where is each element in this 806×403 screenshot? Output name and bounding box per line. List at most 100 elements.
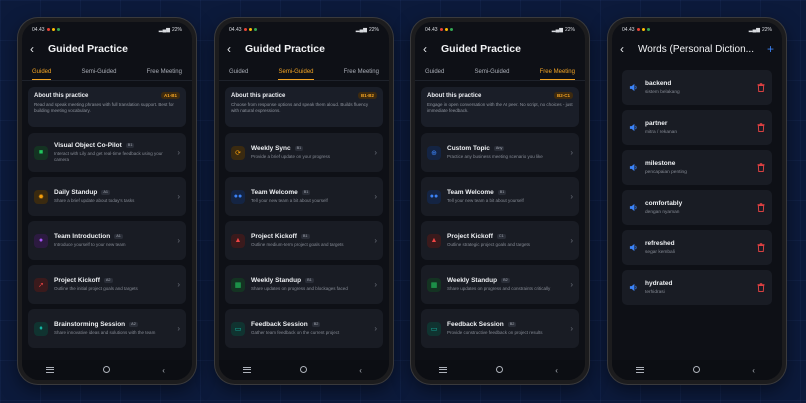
word-term: milestone — [645, 160, 676, 167]
tab-free-meeting[interactable]: Free Meeting — [147, 69, 182, 80]
plus-icon[interactable]: + — [767, 43, 774, 55]
recents-icon[interactable] — [630, 366, 650, 375]
card-level-badge: A2 — [129, 321, 138, 327]
word-translation: sistem belakang — [645, 90, 680, 95]
card-description: Practice any business meeting scenario y… — [447, 153, 543, 159]
card-body: Weekly Standup B2 Share updates on progres… — [447, 277, 564, 292]
card-title-row: Project Kickoff A2 — [54, 277, 171, 284]
trash-icon[interactable] — [757, 83, 765, 92]
arrow-left-icon[interactable]: ‹ — [30, 43, 40, 55]
word-card: hydrated terhidrasi — [622, 270, 772, 305]
arrow-left-icon[interactable]: ‹ — [227, 43, 237, 55]
recents-icon[interactable] — [237, 366, 257, 375]
notification-dot-icon — [636, 28, 640, 31]
scenario-card[interactable]: ➚ Project Kickoff A2 Outline the initial pr… — [28, 265, 186, 304]
home-icon[interactable] — [97, 365, 117, 375]
scenario-card[interactable]: ■ Visual Object Co-Pilot B1 Interact with L… — [28, 133, 186, 172]
about-description: Engage in open conversation with the AI … — [427, 102, 573, 114]
speaker-icon[interactable] — [629, 283, 638, 292]
home-icon[interactable] — [687, 365, 707, 375]
scenario-card[interactable]: ▭ Feedback Session B2 Gather team feedback … — [225, 309, 383, 348]
card-title: Daily Standup — [54, 188, 98, 196]
signal-icon: ▂▄▆ — [551, 26, 563, 33]
chevron-right-icon: › — [570, 280, 573, 289]
tab-bar: Guided Semi-Guided Free Meeting — [415, 61, 585, 81]
card-body: Daily Standup A1 Share a brief update abou… — [54, 189, 171, 204]
notification-dot-icon — [449, 28, 453, 31]
scenario-card[interactable]: ▲ Project Kickoff B1 Outline medium-term pr… — [225, 221, 383, 260]
chevron-right-icon: › — [374, 148, 377, 157]
card-level-badge: B1 — [301, 189, 311, 195]
screen: 04.43 ▂▄▆ 22% ‹ Guided Practice Guided Se… — [22, 22, 192, 380]
word-body: comfortably dengan nyaman — [645, 200, 750, 215]
scenario-card[interactable]: ●● Team Welcome B1 Tell your new team a bit… — [421, 177, 579, 216]
scenario-card[interactable]: ✹ Daily Standup A1 Share a brief update abo… — [28, 177, 186, 216]
tab-semi-guided[interactable]: Semi-Guided — [474, 69, 509, 80]
scenario-card[interactable]: ● Team Introduction A1 Introduce yourself t… — [28, 221, 186, 260]
speaker-icon[interactable] — [629, 83, 638, 92]
trash-icon[interactable] — [757, 203, 765, 212]
word-translation: terhidrasi — [645, 290, 665, 295]
word-body: hydrated terhidrasi — [645, 280, 750, 295]
scenario-card[interactable]: ♦ Brainstorming Session A2 Share innovative… — [28, 309, 186, 348]
home-icon[interactable] — [294, 365, 314, 375]
tab-free-meeting[interactable]: Free Meeting — [344, 69, 379, 80]
scenario-card[interactable]: ▦ Weekly Standup B1 Share updates on progre… — [225, 265, 383, 304]
card-description: Share updates on progress and blockages … — [251, 285, 348, 291]
card-description: Provide constructive feedback on project… — [447, 329, 543, 335]
trash-icon[interactable] — [757, 123, 765, 132]
back-nav-icon[interactable]: ‹ — [744, 366, 764, 375]
screen: 04.43 ▂▄▆ 22% ‹ Guided Practice Guided Se… — [415, 22, 585, 380]
signal-icon: ▂▄▆ — [748, 26, 760, 33]
scenario-card[interactable]: ●● Team Welcome B1 Tell your new team a bit… — [225, 177, 383, 216]
tab-guided[interactable]: Guided — [425, 69, 444, 80]
scenario-card[interactable]: ▲ Project Kickoff C1 Outline strategic proj… — [421, 221, 579, 260]
trash-icon[interactable] — [757, 283, 765, 292]
speaker-icon[interactable] — [629, 123, 638, 132]
word-translation: mitra / rekanan — [645, 130, 677, 135]
scenario-card[interactable]: ⊕ Custom Topic Any Practice any business me… — [421, 133, 579, 172]
card-body: Feedback Session B2 Gather team feedback o… — [251, 321, 368, 336]
card-level-badge: B2 — [311, 321, 321, 327]
back-nav-icon[interactable]: ‹ — [547, 366, 567, 375]
recents-icon[interactable] — [433, 366, 453, 375]
card-body: Project Kickoff C1 Outline strategic proje… — [447, 233, 564, 248]
battery-level: 22% — [761, 26, 772, 33]
about-practice-card: About this practice B2-C1 Engage in open… — [421, 87, 579, 127]
tab-free-meeting[interactable]: Free Meeting — [539, 69, 575, 80]
back-nav-icon[interactable]: ‹ — [154, 366, 174, 375]
trash-icon[interactable] — [757, 243, 765, 252]
card-level-badge: A1 — [101, 189, 110, 195]
people-icon: ●● — [231, 189, 245, 204]
scenario-card[interactable]: ▭ Feedback Session B2 Provide constructive … — [421, 309, 579, 348]
tab-guided[interactable]: Guided — [229, 69, 248, 80]
arrow-left-icon[interactable]: ‹ — [423, 43, 433, 55]
chevron-right-icon: › — [374, 280, 377, 289]
card-description: Share updates on progress and constraint… — [447, 285, 551, 291]
card-description: Outline strategic project goals and targ… — [447, 241, 531, 247]
status-bar: 04.43 ▂▄▆ 22% — [612, 22, 782, 37]
chevron-right-icon: › — [374, 236, 377, 245]
speaker-icon[interactable] — [629, 203, 638, 212]
status-bar: 04.43 ▂▄▆ 22% — [219, 22, 389, 37]
scenario-card[interactable]: ⟳ Weekly Sync B1 Provide a brief update on … — [225, 133, 383, 172]
recents-icon[interactable] — [40, 366, 60, 375]
chevron-right-icon: › — [570, 324, 573, 333]
card-description: Share a brief update about today's tasks — [54, 197, 135, 203]
calendar-icon: ▦ — [231, 277, 245, 292]
home-icon[interactable] — [490, 365, 510, 375]
card-title: Brainstorming Session — [54, 320, 126, 328]
tab-semi-guided[interactable]: Semi-Guided — [81, 69, 116, 80]
scenario-card[interactable]: ▦ Weekly Standup B2 Share updates on progre… — [421, 265, 579, 304]
card-title: Team Welcome — [447, 188, 494, 196]
status-time: 04.43 — [425, 26, 438, 33]
speaker-icon[interactable] — [629, 243, 638, 252]
system-nav-bar: ‹ — [415, 360, 585, 380]
card-title-row: Brainstorming Session A2 — [54, 321, 171, 328]
arrow-left-icon[interactable]: ‹ — [620, 43, 630, 55]
back-nav-icon[interactable]: ‹ — [351, 366, 371, 375]
trash-icon[interactable] — [757, 163, 765, 172]
tab-guided[interactable]: Guided — [32, 69, 52, 80]
tab-semi-guided[interactable]: Semi-Guided — [278, 69, 314, 80]
speaker-icon[interactable] — [629, 163, 638, 172]
